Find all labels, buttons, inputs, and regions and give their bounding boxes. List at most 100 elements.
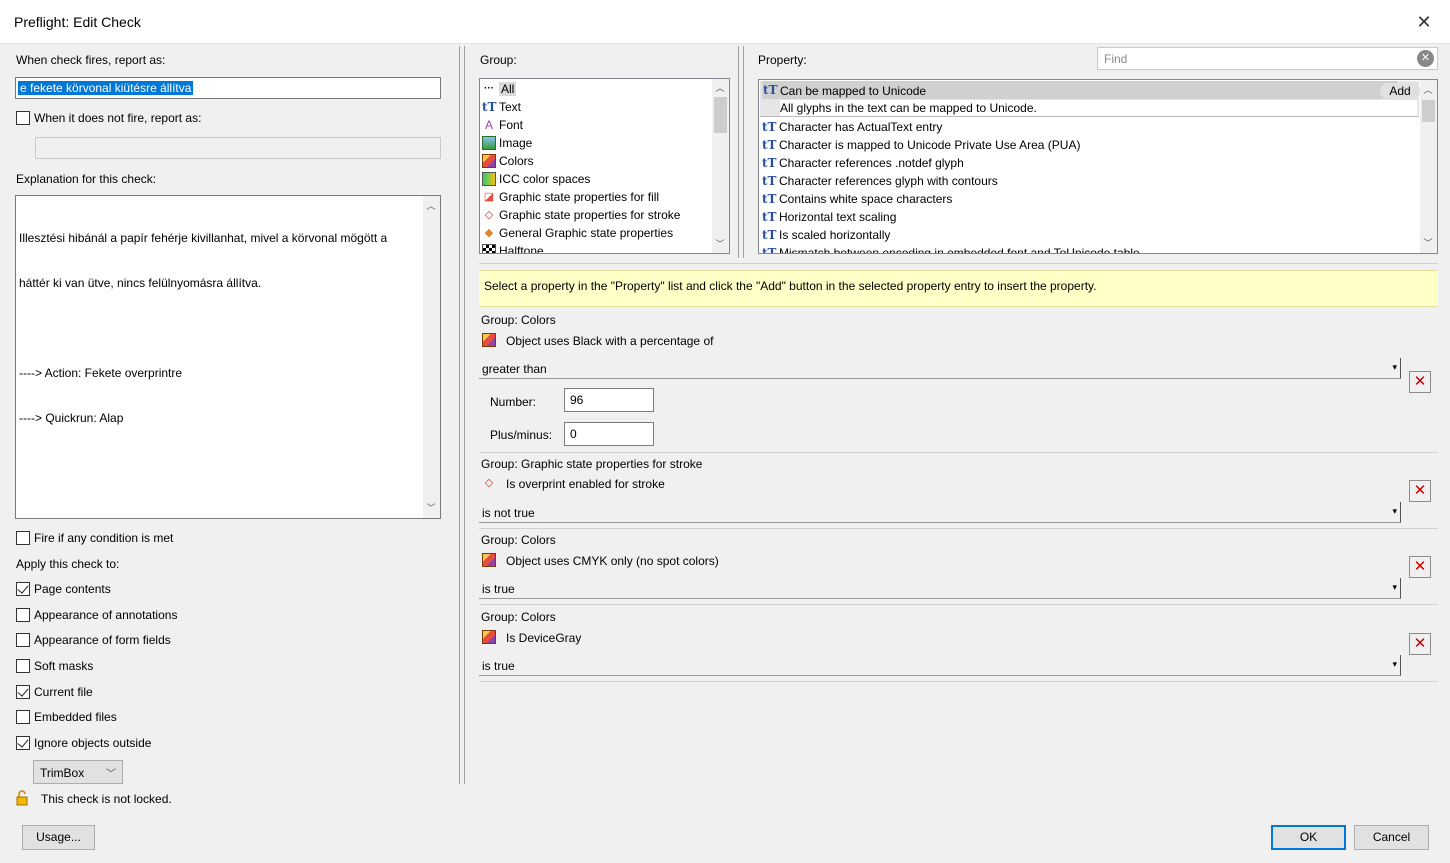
group-item-colors[interactable]: Colors (480, 152, 729, 170)
not-fire-input[interactable] (35, 137, 441, 159)
explanation-line: háttér ki van ütve, nincs felülnyomásra … (19, 276, 262, 290)
fill-state-icon: ◪ (483, 191, 495, 203)
option-label: Page contents (34, 582, 111, 596)
property-item-desc: All glyphs in the text can be mapped to … (780, 100, 1417, 116)
group-item-label: Image (499, 136, 533, 150)
colors-icon (482, 154, 496, 168)
property-item-label: Mismatch between encoding in embedded fo… (779, 246, 1140, 254)
not-fire-check[interactable] (16, 111, 30, 125)
option-ignore-outside[interactable]: Ignore objects outside (16, 736, 151, 750)
scroll-down-icon[interactable]: ﹀ (423, 500, 439, 516)
option-soft-masks[interactable]: Soft masks (16, 659, 93, 673)
explanation-scrollbar[interactable]: ︿ ﹀ (423, 196, 440, 518)
report-label: When check fires, report as: (16, 53, 166, 67)
operator-select[interactable]: is true ▾ (479, 578, 1401, 599)
soft-masks-check[interactable] (16, 659, 30, 673)
clear-search-icon[interactable]: ✕ (1417, 50, 1434, 67)
property-item[interactable]: tT Contains white space characters (760, 190, 1419, 208)
plusminus-input[interactable]: 0 (564, 422, 654, 446)
separator (479, 263, 1438, 264)
scroll-thumb[interactable] (1422, 100, 1435, 122)
text-icon: tT (482, 100, 497, 114)
condition-group-label: Group: Colors (481, 610, 556, 624)
number-input[interactable]: 96 (564, 388, 654, 412)
scroll-up-icon[interactable]: ︿ (712, 80, 728, 96)
property-item[interactable]: tT Character is mapped to Unicode Private… (760, 136, 1419, 154)
option-current-file[interactable]: Current file (16, 685, 93, 699)
fire-any-check[interactable] (16, 531, 30, 545)
group-item-all[interactable]: ··· All (480, 80, 729, 98)
option-label: Appearance of annotations (34, 608, 178, 622)
delete-condition-button[interactable]: ✕ (1409, 556, 1431, 578)
box-select[interactable]: TrimBox ﹀ (33, 760, 123, 784)
property-item[interactable]: tT Character references .notdef glyph (760, 154, 1419, 172)
usage-button[interactable]: Usage... (22, 825, 95, 850)
group-item-image[interactable]: Image (480, 134, 729, 152)
lock-icon (15, 790, 31, 806)
option-form-fields[interactable]: Appearance of form fields (16, 633, 171, 647)
scroll-down-icon[interactable]: ﹀ (712, 236, 728, 252)
add-button[interactable]: Add (1380, 83, 1420, 99)
property-item[interactable]: tT Horizontal text scaling (760, 208, 1419, 226)
explanation-line (19, 321, 387, 336)
hint-text: Select a property in the "Property" list… (484, 279, 1097, 293)
scroll-up-icon[interactable]: ︿ (423, 198, 439, 214)
operator-select[interactable]: is true ▾ (479, 655, 1401, 676)
separator (479, 604, 1438, 605)
text-icon: tT (762, 210, 777, 224)
property-item[interactable]: tT Mismatch between encoding in embedded … (760, 244, 1419, 254)
report-input-text: e fekete körvonal kiütésre állítva (18, 81, 194, 95)
fire-any-checkbox[interactable]: Fire if any condition is met (16, 531, 173, 545)
dropdown-arrow-icon: ▾ (1392, 582, 1397, 592)
not-fire-checkbox[interactable]: When it does not fire, report as: (16, 111, 201, 125)
page-contents-check[interactable] (16, 582, 30, 596)
property-item[interactable]: tT Character has ActualText entry (760, 118, 1419, 136)
property-item[interactable]: tT Character references glyph with contou… (760, 172, 1419, 190)
group-item-label: Graphic state properties for stroke (499, 208, 681, 222)
embedded-files-check[interactable] (16, 710, 30, 724)
group-item-icc[interactable]: ICC color spaces (480, 170, 729, 188)
property-item[interactable]: tT Is scaled horizontally (760, 226, 1419, 244)
property-item-selected[interactable]: tT Can be mapped to Unicode All glyphs i… (760, 81, 1420, 117)
property-item-label: Horizontal text scaling (779, 210, 897, 224)
explanation-line: Illesztési hibánál a papír fehérje kivil… (19, 231, 388, 245)
group-item-stroke[interactable]: ◇ Graphic state properties for stroke (480, 206, 729, 224)
group-item-label: Colors (499, 154, 534, 168)
property-list[interactable]: tT Can be mapped to Unicode All glyphs i… (758, 79, 1438, 254)
option-annotations[interactable]: Appearance of annotations (16, 608, 177, 622)
group-scrollbar[interactable]: ︿ ﹀ (712, 79, 729, 253)
close-button[interactable]: ✕ (1410, 8, 1438, 36)
group-item-halftone[interactable]: Halftone (480, 242, 729, 253)
cancel-button[interactable]: Cancel (1354, 825, 1429, 850)
current-file-check[interactable] (16, 685, 30, 699)
delete-condition-button[interactable]: ✕ (1409, 371, 1431, 393)
ignore-outside-check[interactable] (16, 736, 30, 750)
explanation-text: Illesztési hibánál a papír fehérje kivil… (19, 201, 387, 456)
scroll-down-icon[interactable]: ﹀ (1420, 235, 1436, 251)
dropdown-arrow-icon: ▾ (1392, 506, 1397, 516)
report-input[interactable]: e fekete körvonal kiütésre állítva (15, 77, 441, 99)
group-item-font[interactable]: A Font (480, 116, 729, 134)
explanation-textarea[interactable]: Illesztési hibánál a papír fehérje kivil… (15, 195, 441, 519)
form-fields-check[interactable] (16, 633, 30, 647)
group-item-general[interactable]: ◆ General Graphic state properties (480, 224, 729, 242)
delete-condition-button[interactable]: ✕ (1409, 480, 1431, 502)
delete-condition-button[interactable]: ✕ (1409, 633, 1431, 655)
general-state-icon: ◆ (484, 227, 494, 239)
find-input[interactable]: Find ✕ (1097, 47, 1438, 70)
property-scrollbar[interactable]: ︿ ﹀ (1420, 80, 1437, 253)
number-label: Number: (490, 395, 537, 409)
operator-select[interactable]: greater than ▾ (479, 358, 1401, 379)
group-item-fill[interactable]: ◪ Graphic state properties for fill (480, 188, 729, 206)
scroll-thumb[interactable] (714, 97, 727, 133)
group-list[interactable]: ··· All tT Text A Font Image Colors ICC … (479, 78, 730, 254)
option-embedded-files[interactable]: Embedded files (16, 710, 117, 724)
image-icon (482, 136, 496, 150)
annotations-check[interactable] (16, 608, 30, 622)
scroll-up-icon[interactable]: ︿ (1420, 82, 1436, 98)
ok-button[interactable]: OK (1271, 825, 1346, 850)
group-item-text[interactable]: tT Text (480, 98, 729, 116)
hint-bar: Select a property in the "Property" list… (479, 270, 1438, 307)
operator-select[interactable]: is not true ▾ (479, 502, 1401, 523)
option-page-contents[interactable]: Page contents (16, 582, 111, 596)
